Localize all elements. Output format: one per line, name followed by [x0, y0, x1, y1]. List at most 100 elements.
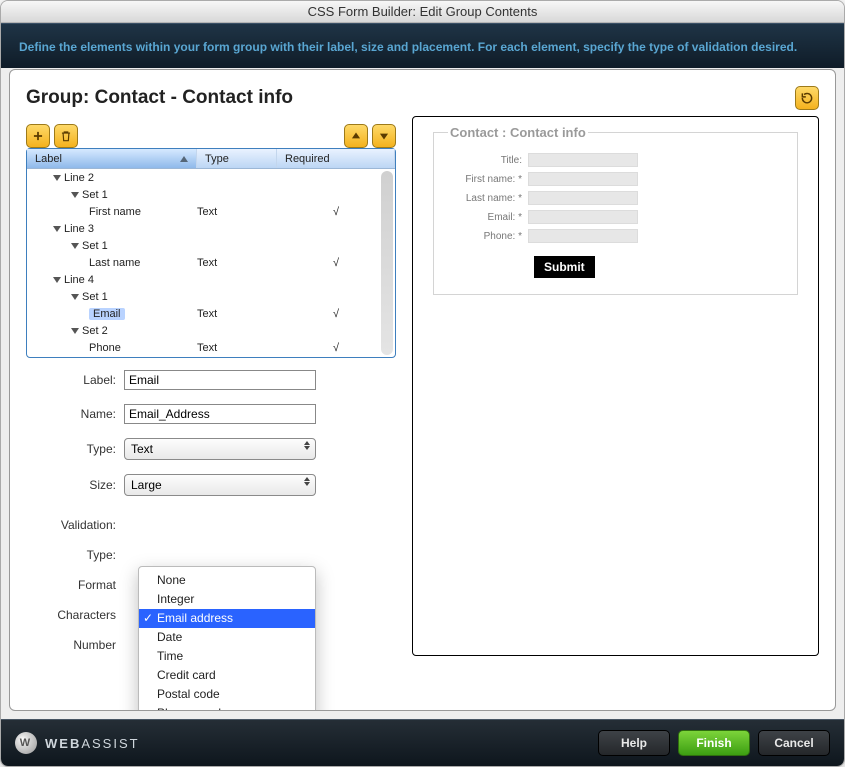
tree-row-label: Set 1: [82, 240, 108, 252]
preview-field-input: [528, 210, 638, 224]
tree-row-type: Text: [197, 342, 277, 354]
tree-row-label: Last name: [89, 257, 140, 269]
tree-row[interactable]: Line 4: [27, 271, 395, 288]
disclosure-icon[interactable]: [71, 294, 79, 300]
preview-field-label: Title:: [448, 155, 528, 166]
content-panel: Group: Contact - Contact info Label Type: [9, 69, 836, 711]
tree-row-required: √: [277, 206, 395, 218]
validation-label: Validation:: [54, 518, 124, 532]
arrow-up-icon: [349, 129, 363, 143]
disclosure-icon[interactable]: [53, 277, 61, 283]
logo-icon: W: [15, 732, 37, 754]
validation-type-dropdown[interactable]: NoneIntegerEmail addressDateTimeCredit c…: [138, 566, 316, 711]
tree-row[interactable]: First name Text√: [27, 203, 395, 220]
plus-icon: [31, 129, 45, 143]
refresh-icon: [800, 91, 814, 105]
col-type[interactable]: Type: [197, 149, 277, 168]
number-label: Number: [54, 638, 124, 652]
preview-field-row: First name: *: [448, 172, 783, 186]
name-label: Name:: [54, 407, 124, 421]
preview-field-row: Email: *: [448, 210, 783, 224]
disclosure-icon[interactable]: [71, 243, 79, 249]
preview-field-label: Last name: *: [448, 193, 528, 204]
preview-field-input: [528, 153, 638, 167]
dropdown-option[interactable]: Email address: [139, 609, 315, 628]
type2-label: Type:: [54, 548, 124, 562]
preview-field-row: Phone: *: [448, 229, 783, 243]
tree-row[interactable]: Phone Text√: [27, 339, 395, 356]
preview-field-row: Last name: *: [448, 191, 783, 205]
size-select[interactable]: Large: [124, 474, 316, 496]
preview-field-label: Email: *: [448, 212, 528, 223]
dialog-window: CSS Form Builder: Edit Group Contents De…: [0, 0, 845, 767]
col-label[interactable]: Label: [27, 149, 197, 168]
preview-field-input: [528, 172, 638, 186]
refresh-button[interactable]: [795, 86, 819, 110]
element-tree[interactable]: Label Type Required Line 2 Set 1 First nam…: [26, 148, 396, 358]
tree-row[interactable]: Set 2: [27, 322, 395, 339]
dropdown-option[interactable]: Time: [139, 647, 315, 666]
dropdown-option[interactable]: Phone number: [139, 704, 315, 711]
tree-row[interactable]: Set 1: [27, 186, 395, 203]
tree-row[interactable]: Set 1: [27, 288, 395, 305]
form-preview: Contact : Contact info Title: First name:…: [412, 116, 819, 656]
delete-button[interactable]: [54, 124, 78, 148]
disclosure-icon[interactable]: [53, 175, 61, 181]
tree-row-type: Text: [197, 206, 277, 218]
tree-row[interactable]: Line 2: [27, 169, 395, 186]
tree-body[interactable]: Line 2Set 1First nameText√Line 3Set 1Las…: [27, 169, 395, 357]
tree-row[interactable]: Line 3: [27, 220, 395, 237]
tree-row[interactable]: Set 1: [27, 237, 395, 254]
tree-row-label: Line 4: [64, 274, 94, 286]
tree-row[interactable]: Last name Text√: [27, 254, 395, 271]
label-input[interactable]: [124, 370, 316, 390]
dropdown-option[interactable]: None: [139, 571, 315, 590]
help-button[interactable]: Help: [598, 730, 670, 756]
characters-label: Characters: [54, 608, 124, 622]
disclosure-icon[interactable]: [71, 192, 79, 198]
col-required[interactable]: Required: [277, 149, 395, 168]
preview-legend: Contact : Contact info: [448, 125, 588, 140]
type-select[interactable]: Text: [124, 438, 316, 460]
name-input[interactable]: [124, 404, 316, 424]
preview-field-label: Phone: *: [448, 231, 528, 242]
dropdown-option[interactable]: Date: [139, 628, 315, 647]
move-up-button[interactable]: [344, 124, 368, 148]
tree-row-required: √: [277, 257, 395, 269]
cancel-button[interactable]: Cancel: [758, 730, 830, 756]
tree-row-label: Line 3: [64, 223, 94, 235]
format-label: Format: [54, 578, 124, 592]
move-down-button[interactable]: [372, 124, 396, 148]
tree-row-label: Set 2: [82, 325, 108, 337]
disclosure-icon[interactable]: [53, 226, 61, 232]
disclosure-icon[interactable]: [71, 328, 79, 334]
tree-row[interactable]: EmailText√: [27, 305, 395, 322]
instruction-text: Define the elements within your form gro…: [1, 23, 844, 68]
tree-row-label: Email: [89, 308, 125, 320]
tree-row-label: First name: [89, 206, 141, 218]
preview-field-label: First name: *: [448, 174, 528, 185]
tree-header: Label Type Required: [27, 149, 395, 169]
type-label: Type:: [54, 442, 124, 456]
tree-row-required: √: [277, 342, 395, 354]
tree-row-label: Set 1: [82, 291, 108, 303]
label-label: Label:: [54, 373, 124, 387]
finish-button[interactable]: Finish: [678, 730, 750, 756]
dropdown-option[interactable]: Credit card: [139, 666, 315, 685]
footer-bar: W WEBASSIST Help Finish Cancel: [1, 719, 844, 766]
size-label: Size:: [54, 478, 124, 492]
preview-submit-button: Submit: [534, 256, 595, 278]
arrow-down-icon: [377, 129, 391, 143]
preview-field-input: [528, 191, 638, 205]
tree-row-type: Text: [197, 257, 277, 269]
sort-asc-icon: [180, 156, 188, 162]
add-button[interactable]: [26, 124, 50, 148]
window-title: CSS Form Builder: Edit Group Contents: [1, 1, 844, 23]
brand-logo: W WEBASSIST: [15, 732, 140, 754]
tree-row-label: Line 2: [64, 172, 94, 184]
tree-row-label: Set 1: [82, 189, 108, 201]
dropdown-option[interactable]: Integer: [139, 590, 315, 609]
dropdown-option[interactable]: Postal code: [139, 685, 315, 704]
tree-row-type: Text: [197, 308, 277, 320]
tree-row-label: Phone: [89, 342, 121, 354]
